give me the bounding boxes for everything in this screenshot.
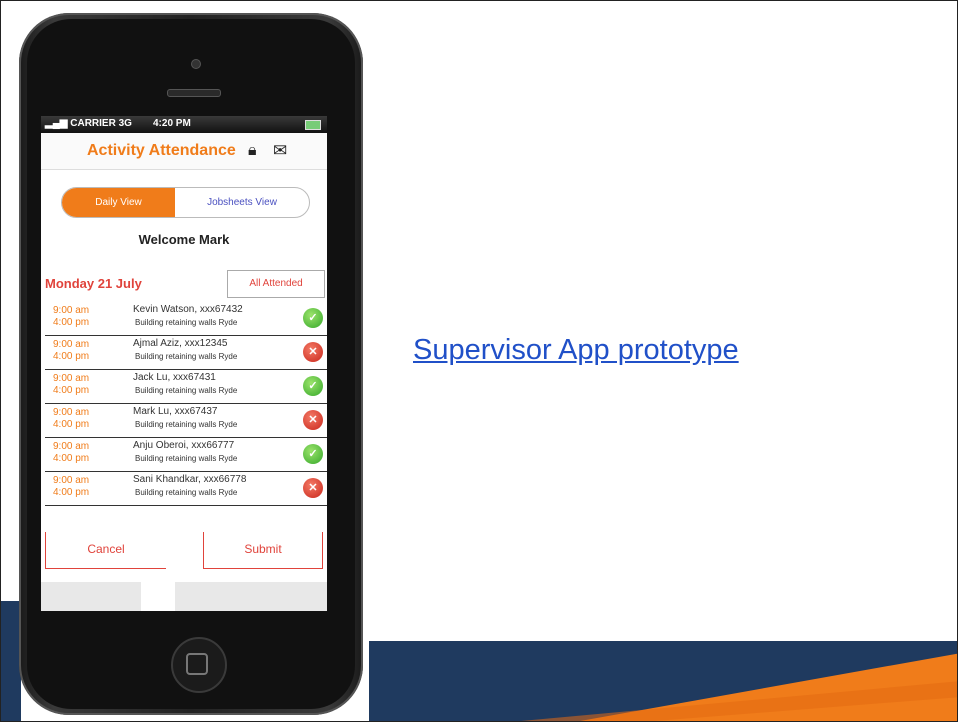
start-time: 9:00 am bbox=[53, 407, 90, 418]
worker-name: Ajmal Aziz, xxx12345 bbox=[133, 338, 228, 349]
attendance-list: 9:00 am 4:00 pm Kevin Watson, xxx67432 B… bbox=[45, 302, 327, 506]
navy-accent-bar bbox=[1, 601, 21, 721]
slide: Supervisor App prototype ▂▄▆ CARRIER 3G … bbox=[0, 0, 958, 722]
worker-name: Sani Khandkar, xxx66778 bbox=[133, 474, 247, 485]
worker-name: Anju Oberoi, xxx66777 bbox=[133, 440, 235, 451]
app-header: Activity Attendance 🔒︎ ✉ bbox=[41, 133, 327, 170]
list-item[interactable]: 9:00 am 4:00 pm Ajmal Aziz, xxx12345 Bui… bbox=[45, 336, 327, 370]
end-time: 4:00 pm bbox=[53, 453, 90, 464]
bottom-bar-right bbox=[175, 582, 327, 611]
list-item[interactable]: 9:00 am 4:00 pm Mark Lu, xxx67437 Buildi… bbox=[45, 404, 327, 438]
home-square-icon bbox=[186, 653, 208, 675]
supervisor-app-link[interactable]: Supervisor App prototype bbox=[413, 334, 739, 367]
end-time: 4:00 pm bbox=[53, 487, 90, 498]
decorative-banner bbox=[369, 641, 957, 721]
list-item[interactable]: 9:00 am 4:00 pm Jack Lu, xxx67431 Buildi… bbox=[45, 370, 327, 404]
start-time: 9:00 am bbox=[53, 305, 90, 316]
submit-button[interactable]: Submit bbox=[203, 532, 323, 569]
speaker-grille bbox=[167, 89, 221, 97]
start-time: 9:00 am bbox=[53, 339, 90, 350]
start-time: 9:00 am bbox=[53, 475, 90, 486]
check-icon[interactable]: ✓ bbox=[303, 444, 323, 464]
lock-icon[interactable]: 🔒︎ bbox=[248, 142, 257, 160]
cross-icon[interactable]: ✕ bbox=[303, 410, 323, 430]
app-title: Activity Attendance bbox=[87, 142, 236, 159]
check-icon[interactable]: ✓ bbox=[303, 308, 323, 328]
end-time: 4:00 pm bbox=[53, 317, 90, 328]
job-description: Building retaining walls Ryde bbox=[135, 386, 238, 395]
list-item[interactable]: 9:00 am 4:00 pm Anju Oberoi, xxx66777 Bu… bbox=[45, 438, 327, 472]
tab-daily-view[interactable]: Daily View bbox=[62, 188, 175, 217]
list-item[interactable]: 9:00 am 4:00 pm Kevin Watson, xxx67432 B… bbox=[45, 302, 327, 336]
cross-icon[interactable]: ✕ bbox=[303, 342, 323, 362]
mail-icon[interactable]: ✉ bbox=[273, 141, 287, 161]
bottom-bar-left bbox=[41, 582, 141, 611]
worker-name: Mark Lu, xxx67437 bbox=[133, 406, 218, 417]
view-segmented-control: Daily View Jobsheets View bbox=[61, 187, 310, 218]
worker-name: Kevin Watson, xxx67432 bbox=[133, 304, 243, 315]
phone-mockup: ▂▄▆ CARRIER 3G 4:20 PM Activity Attendan… bbox=[19, 13, 363, 715]
status-bar: ▂▄▆ CARRIER 3G 4:20 PM bbox=[41, 116, 327, 133]
cross-icon[interactable]: ✕ bbox=[303, 478, 323, 498]
tab-jobsheets-view[interactable]: Jobsheets View bbox=[175, 188, 309, 217]
start-time: 9:00 am bbox=[53, 441, 90, 452]
job-description: Building retaining walls Ryde bbox=[135, 454, 238, 463]
date-heading: Monday 21 July bbox=[45, 276, 142, 291]
list-item[interactable]: 9:00 am 4:00 pm Sani Khandkar, xxx66778 … bbox=[45, 472, 327, 506]
cancel-button[interactable]: Cancel bbox=[45, 532, 166, 569]
end-time: 4:00 pm bbox=[53, 419, 90, 430]
status-time: 4:20 PM bbox=[153, 118, 191, 129]
job-description: Building retaining walls Ryde bbox=[135, 352, 238, 361]
start-time: 9:00 am bbox=[53, 373, 90, 384]
job-description: Building retaining walls Ryde bbox=[135, 420, 238, 429]
app-screen: ▂▄▆ CARRIER 3G 4:20 PM Activity Attendan… bbox=[41, 116, 327, 611]
battery-icon bbox=[305, 120, 321, 130]
end-time: 4:00 pm bbox=[53, 351, 90, 362]
camera-icon bbox=[191, 59, 201, 69]
all-attended-button[interactable]: All Attended bbox=[227, 270, 325, 298]
carrier-label: ▂▄▆ CARRIER 3G bbox=[45, 118, 132, 129]
worker-name: Jack Lu, xxx67431 bbox=[133, 372, 216, 383]
job-description: Building retaining walls Ryde bbox=[135, 318, 238, 327]
end-time: 4:00 pm bbox=[53, 385, 90, 396]
check-icon[interactable]: ✓ bbox=[303, 376, 323, 396]
job-description: Building retaining walls Ryde bbox=[135, 488, 238, 497]
welcome-text: Welcome Mark bbox=[138, 232, 230, 247]
